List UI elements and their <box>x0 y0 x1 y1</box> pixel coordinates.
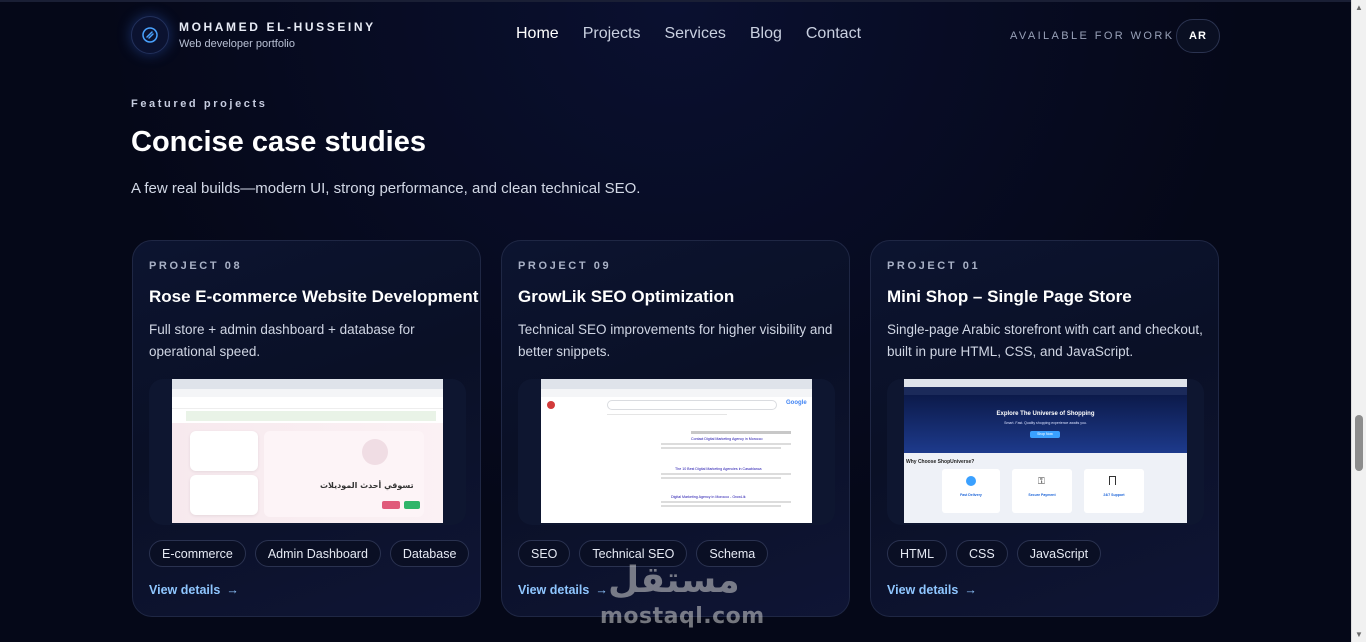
brand-name: MOHAMED EL-HUSSEINY <box>179 20 376 34</box>
project-card[interactable]: PROJECT 01 Mini Shop – Single Page Store… <box>870 240 1219 617</box>
project-screenshot[interactable]: تسوقي أحدث الموديلات <box>149 379 466 525</box>
project-screenshot[interactable]: Google Contact Digital Marketing Agency … <box>518 379 835 525</box>
scroll-down-icon[interactable]: ▼ <box>1355 630 1363 639</box>
arrow-right-icon: → <box>226 583 239 597</box>
tag: Admin Dashboard <box>254 540 381 567</box>
feature-label: Fast Delivery <box>960 493 982 497</box>
nav-services[interactable]: Services <box>664 25 725 43</box>
section-title: Concise case studies <box>131 126 426 158</box>
tag: HTML <box>887 540 948 567</box>
project-title: GrowLik SEO Optimization <box>518 287 735 306</box>
brand[interactable]: MOHAMED EL-HUSSEINY Web developer portfo… <box>131 16 376 54</box>
view-details-label: View details <box>887 583 959 597</box>
view-details-label: View details <box>149 583 221 597</box>
watermark-latin: mostaql.com <box>600 604 765 629</box>
mostaql-watermark: مستقل mostaql.com <box>598 560 768 634</box>
project-title: Rose E-commerce Website Development <box>149 287 479 306</box>
shop-hero-title: Explore The Universe of Shopping <box>996 411 1095 417</box>
brand-tagline: Web developer portfolio <box>179 38 295 50</box>
section-lead: A few real builds—modern UI, strong perf… <box>131 180 641 197</box>
brand-text: MOHAMED EL-HUSSEINY Web developer portfo… <box>179 20 376 50</box>
tag: CSS <box>956 540 1008 567</box>
view-details-link[interactable]: View details → <box>149 583 239 597</box>
arrow-right-icon: → <box>964 583 977 597</box>
shop-now-button: Shop Now <box>1030 431 1060 438</box>
search-result-title: Digital Marketing Agency in Morocco - Gr… <box>671 495 746 499</box>
nav-contact[interactable]: Contact <box>806 25 861 43</box>
availability-status: AVAILABLE FOR WORK <box>1010 30 1175 42</box>
page-scrollbar[interactable]: ▲ ▼ <box>1351 0 1366 642</box>
project-description: Technical SEO improvements for higher vi… <box>518 322 833 359</box>
shop-hero-subtitle: Smart. Fast. Quality shopping experience… <box>1004 421 1087 425</box>
feature-label: 24/7 Support <box>1103 493 1125 497</box>
search-result-title: Contact Digital Marketing Agency in Moro… <box>691 437 763 441</box>
project-description: Single-page Arabic storefront with cart … <box>887 322 1203 359</box>
scrollbar-thumb[interactable] <box>1355 415 1363 472</box>
language-toggle-button[interactable]: AR <box>1176 19 1220 53</box>
view-details-label: View details <box>518 583 590 597</box>
nav-projects[interactable]: Projects <box>583 25 641 43</box>
why-choose-heading: Why Choose ShopUniverse? <box>906 459 975 465</box>
nav-blog[interactable]: Blog <box>750 25 782 43</box>
section-eyebrow: Featured projects <box>131 98 268 110</box>
tag: JavaScript <box>1016 540 1102 567</box>
watermark-arabic: مستقل <box>608 560 740 601</box>
screenshot-shop-universe: Explore The Universe of Shopping Smart. … <box>904 379 1187 523</box>
google-logo: Google <box>786 400 807 406</box>
view-details-link[interactable]: View details → <box>887 583 977 597</box>
screenshot-rose-store: تسوقي أحدث الموديلات <box>172 379 443 523</box>
search-result-title: The 10 Best Digital Marketing Agencies i… <box>675 467 762 471</box>
tag-list: HTML CSS JavaScript <box>887 540 1102 567</box>
project-title: Mini Shop – Single Page Store <box>887 287 1132 306</box>
project-card[interactable]: PROJECT 08 Rose E-commerce Website Devel… <box>132 240 481 617</box>
nav-home[interactable]: Home <box>516 25 559 43</box>
tag-list: E-commerce Admin Dashboard Database <box>149 540 470 567</box>
view-details-link[interactable]: View details → <box>518 583 608 597</box>
main-nav: Home Projects Services Blog Contact <box>516 25 861 43</box>
rose-hero-headline: تسوقي أحدث الموديلات <box>320 481 414 490</box>
scroll-up-icon[interactable]: ▲ <box>1355 3 1363 12</box>
feature-label: Secure Payment <box>1028 493 1056 497</box>
screenshot-google-results: Google Contact Digital Marketing Agency … <box>541 379 812 523</box>
project-screenshot[interactable]: Explore The Universe of Shopping Smart. … <box>887 379 1204 525</box>
page: MOHAMED EL-HUSSEINY Web developer portfo… <box>0 0 1351 642</box>
project-description: Full store + admin dashboard + database … <box>149 322 415 359</box>
tag: E-commerce <box>149 540 246 567</box>
logo-icon <box>131 16 169 54</box>
tag: Database <box>389 540 470 567</box>
project-number: PROJECT 09 <box>518 260 612 272</box>
site-header: MOHAMED EL-HUSSEINY Web developer portfo… <box>131 16 1220 56</box>
tag: SEO <box>518 540 571 567</box>
project-number: PROJECT 01 <box>887 260 981 272</box>
project-number: PROJECT 08 <box>149 260 243 272</box>
